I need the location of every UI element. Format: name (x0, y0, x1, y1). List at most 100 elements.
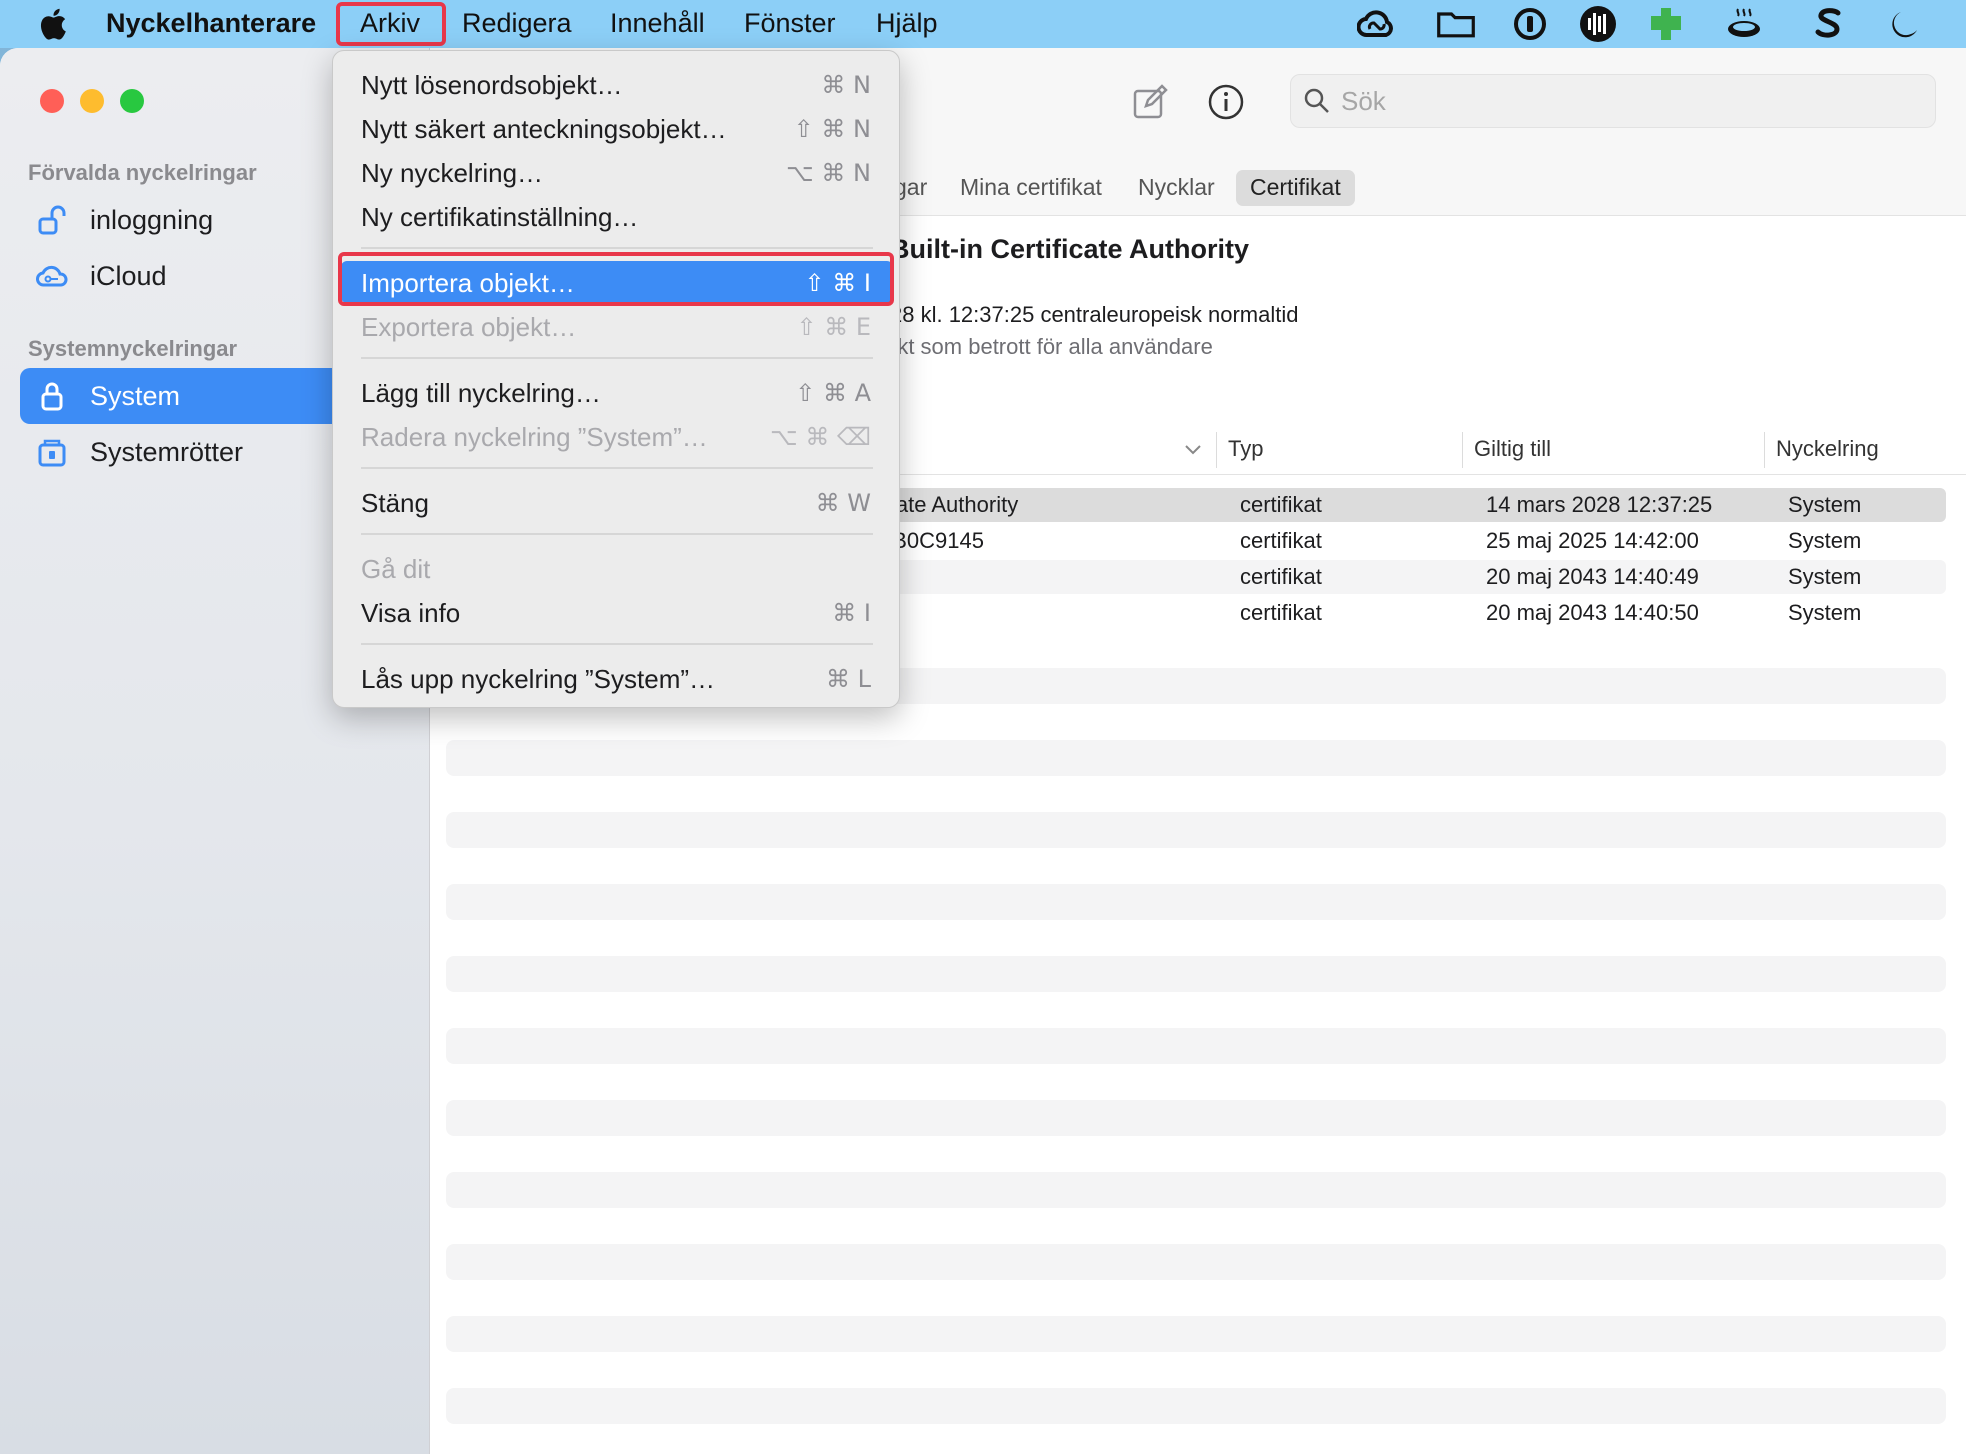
menu-item-label: Radera nyckelring ”System”… (361, 422, 708, 452)
menu-item-shortcut: ⌥ ⌘ ⌫ (770, 423, 871, 451)
column-header-nyckelring[interactable]: Nyckelring (1776, 436, 1879, 462)
tab-nycklar[interactable]: Nycklar (1124, 170, 1229, 206)
cell-keychain: System (1788, 492, 1862, 517)
compose-icon[interactable] (1128, 80, 1172, 124)
tab-mina-certifikat[interactable]: Mina certifikat (946, 170, 1116, 206)
menu-item-label: Gå dit (361, 554, 431, 584)
menu-item-add-keychain[interactable]: Lägg till nyckelring… ⇧ ⌘ A (341, 371, 893, 413)
menu-item-label: Lås upp nyckelring ”System”… (361, 664, 716, 694)
search-input[interactable] (1341, 85, 1901, 117)
menu-item-label: Ny certifikatinställning… (361, 202, 639, 232)
menu-item-go-to: Gå dit (341, 547, 893, 589)
sidebar-section-system: Systemnyckelringar (28, 336, 238, 361)
cell-keychain: System (1788, 564, 1862, 589)
column-separator (1764, 432, 1765, 468)
menu-item-label: Exportera objekt… (361, 312, 577, 342)
menu-item-shortcut: ⇧ ⌘ E (796, 313, 871, 341)
certificate-trust: rkt som betrott för alla användare (890, 334, 1213, 359)
column-separator (1462, 432, 1463, 468)
menu-item-new-certificate-preference[interactable]: Ny certifikatinställning… (341, 195, 893, 237)
sidebar-item-label: inloggning (90, 204, 214, 235)
menu-item-delete-keychain: Radera nyckelring ”System”… ⌥ ⌘ ⌫ (341, 415, 893, 457)
padlock-icon (34, 378, 70, 414)
cell-valid-until: 14 mars 2028 12:37:25 (1486, 492, 1713, 517)
menu-separator (361, 247, 873, 249)
cell-type: certifikat (1240, 528, 1322, 553)
certificate-expiry: 28 kl. 12:37:25 centraleuropeisk normalt… (890, 302, 1299, 327)
sidebar-item-label: iCloud (90, 260, 167, 291)
menu-item-new-keychain[interactable]: Ny nyckelring… ⌥ ⌘ N (341, 151, 893, 193)
arkiv-highlight-box (336, 2, 446, 46)
menu-item-label: Ny nyckelring… (361, 158, 544, 188)
sidebar-item-label: System (90, 380, 181, 411)
cell-type: certifikat (1240, 600, 1322, 625)
cell-valid-until: 20 maj 2043 14:40:50 (1486, 600, 1699, 625)
menu-item-new-secure-note[interactable]: Nytt säkert anteckningsobjekt… ⇧ ⌘ N (341, 107, 893, 149)
menu-item-label: Stäng (361, 488, 429, 518)
audio-waveform-icon[interactable] (1578, 5, 1618, 43)
cell-keychain: System (1788, 528, 1862, 553)
empty-row (446, 812, 1946, 848)
cell-valid-until: 25 maj 2025 14:42:00 (1486, 528, 1699, 553)
sort-chevron-down-icon[interactable] (1184, 444, 1202, 456)
arkiv-menu: Nytt lösenordsobjekt… ⌘ N Nytt säkert an… (332, 50, 900, 708)
folder-icon[interactable] (1436, 5, 1476, 43)
empty-row (446, 1244, 1946, 1280)
moon-icon[interactable] (1884, 5, 1924, 43)
menu-item-shortcut: ⌘ L (826, 665, 871, 693)
keychain-window: Förvalda nyckelringar inloggning iCloud … (0, 48, 1966, 1454)
empty-row (446, 1316, 1946, 1352)
green-puzzle-icon[interactable] (1646, 5, 1686, 43)
menu-item-label: Nytt säkert anteckningsobjekt… (361, 114, 727, 144)
menu-redigera[interactable]: Redigera (462, 8, 572, 39)
menu-hjalp[interactable]: Hjälp (876, 8, 938, 39)
cell-name: icate Authority (880, 492, 1019, 517)
creative-cloud-icon[interactable] (1356, 5, 1396, 43)
empty-row (446, 956, 1946, 992)
menu-item-export-items: Exportera objekt… ⇧ ⌘ E (341, 305, 893, 347)
column-separator (1216, 432, 1217, 468)
menu-item-shortcut: ⌘ W (815, 489, 871, 517)
coffee-cup-icon[interactable] (1724, 5, 1764, 43)
menu-separator (361, 357, 873, 359)
sidebar-item-label: Systemrötter (90, 436, 244, 467)
empty-row (446, 1028, 1946, 1064)
menu-fonster[interactable]: Fönster (744, 8, 836, 39)
menu-item-close[interactable]: Stäng ⌘ W (341, 481, 893, 523)
menu-bar: Nyckelhanterare Arkiv Redigera Innehåll … (0, 0, 1966, 48)
column-header-giltig-till[interactable]: Giltig till (1474, 436, 1551, 462)
search-field[interactable] (1290, 74, 1936, 128)
s-logo-icon[interactable] (1808, 5, 1848, 43)
column-header-typ[interactable]: Typ (1228, 436, 1263, 462)
minimize-window-button[interactable] (80, 89, 104, 113)
menu-separator (361, 643, 873, 645)
menu-item-label: Visa info (361, 598, 461, 628)
cell-type: certifikat (1240, 492, 1322, 517)
search-icon (1304, 88, 1329, 113)
tab-certifikat[interactable]: Certifikat (1236, 170, 1355, 206)
menu-item-get-info[interactable]: Visa info ⌘ I (341, 591, 893, 633)
menu-item-unlock-keychain[interactable]: Lås upp nyckelring ”System”… ⌘ L (341, 657, 893, 699)
menu-app-name[interactable]: Nyckelhanterare (106, 8, 316, 39)
menu-item-label: Nytt lösenordsobjekt… (361, 70, 623, 100)
menu-innehall[interactable]: Innehåll (610, 8, 705, 39)
apple-icon[interactable] (36, 6, 68, 42)
menu-separator (361, 467, 873, 469)
menu-item-shortcut: ⌥ ⌘ N (786, 159, 871, 187)
certificate-title: Built-in Certificate Authority (890, 234, 1250, 264)
import-highlight-box (338, 252, 894, 306)
empty-row (446, 1388, 1946, 1424)
empty-row (446, 740, 1946, 776)
menu-item-new-password[interactable]: Nytt lösenordsobjekt… ⌘ N (341, 63, 893, 105)
1password-icon[interactable] (1510, 5, 1550, 43)
cell-keychain: System (1788, 600, 1862, 625)
menu-separator (361, 533, 873, 535)
menu-item-shortcut: ⌘ I (832, 599, 871, 627)
close-window-button[interactable] (40, 89, 64, 113)
menu-item-shortcut: ⇧ ⌘ N (793, 115, 871, 143)
zoom-window-button[interactable] (120, 89, 144, 113)
info-icon[interactable] (1204, 80, 1248, 124)
empty-row (446, 884, 1946, 920)
unlocked-padlock-icon (34, 202, 70, 238)
sidebar-section-default: Förvalda nyckelringar (28, 160, 257, 185)
